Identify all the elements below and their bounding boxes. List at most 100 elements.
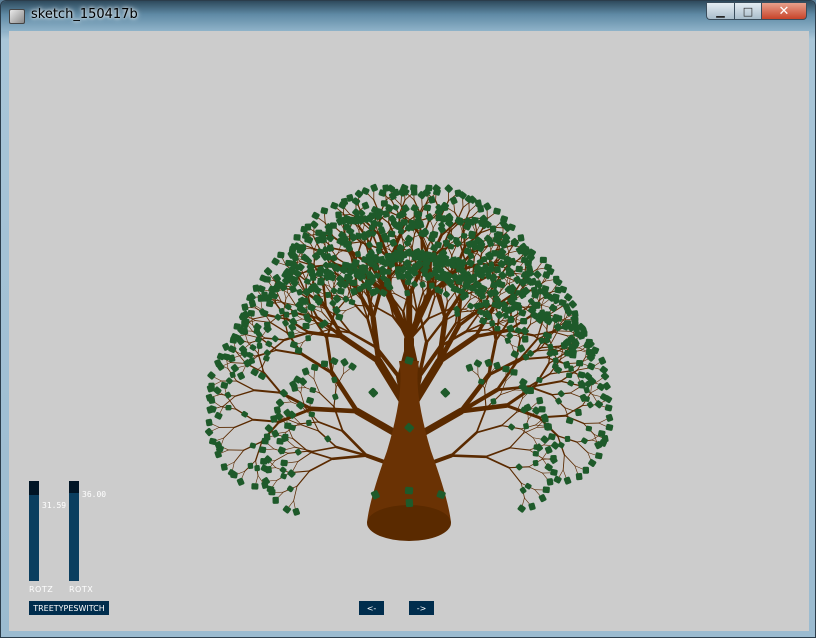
tree-leaf bbox=[497, 281, 506, 289]
tree-leaf bbox=[247, 462, 254, 470]
tree-leaf bbox=[249, 442, 257, 449]
tree-leaf bbox=[522, 335, 529, 343]
tree-leaf bbox=[571, 310, 579, 318]
tree-leaf bbox=[253, 328, 260, 335]
tree-leaf bbox=[444, 184, 453, 193]
tree-leaf bbox=[595, 452, 603, 460]
tree-branch bbox=[293, 485, 298, 502]
tree-leaf bbox=[225, 404, 232, 411]
previous-button[interactable]: <- bbox=[359, 601, 384, 615]
tree-branch bbox=[411, 233, 415, 250]
tree-leaf bbox=[428, 195, 436, 204]
tree-branch bbox=[331, 454, 369, 461]
tree-leaf bbox=[376, 241, 383, 250]
next-button[interactable]: -> bbox=[409, 601, 434, 615]
tree-leaf bbox=[429, 282, 435, 289]
tree-leaf bbox=[460, 233, 468, 239]
close-button[interactable]: ✕ bbox=[761, 2, 807, 20]
tree-leaf bbox=[536, 396, 544, 405]
tree-leaf bbox=[237, 371, 245, 380]
tree-leaf bbox=[214, 411, 223, 420]
tree-leaf bbox=[305, 335, 312, 342]
tree-branch bbox=[234, 389, 256, 397]
rotx-label: ROTX bbox=[69, 585, 94, 594]
tree-leaf bbox=[443, 290, 450, 298]
maximize-button[interactable]: □ bbox=[734, 2, 761, 20]
tree-leaf bbox=[320, 360, 329, 368]
tree-leaf bbox=[205, 427, 214, 437]
tree-branch bbox=[501, 411, 517, 427]
tree-leaf bbox=[474, 199, 482, 207]
tree-leaf bbox=[265, 465, 272, 474]
tree-leaf bbox=[510, 368, 518, 376]
tree-leaf bbox=[302, 322, 310, 330]
rotx-slider[interactable] bbox=[69, 481, 79, 581]
tree-branch bbox=[484, 455, 510, 469]
rotz-slider[interactable] bbox=[29, 481, 39, 581]
tree-leaf bbox=[241, 303, 249, 311]
tree-leaf bbox=[524, 482, 532, 490]
tree-leaf bbox=[263, 433, 271, 441]
rotz-label: ROTZ bbox=[29, 585, 54, 594]
tree-leaf bbox=[575, 408, 582, 417]
tree-leaf bbox=[534, 280, 542, 288]
tree-leaf bbox=[266, 300, 274, 308]
tree-leaf bbox=[544, 445, 553, 454]
tree-leaf bbox=[304, 236, 312, 243]
tree-leaf bbox=[489, 320, 496, 327]
tree-branch bbox=[274, 452, 289, 461]
minimize-button[interactable]: ▁ bbox=[706, 2, 734, 20]
tree-leaf bbox=[283, 311, 290, 318]
maximize-icon: □ bbox=[742, 4, 754, 18]
window-controls: ▁ □ ✕ bbox=[706, 2, 807, 20]
tree-leaf bbox=[293, 234, 301, 241]
tree-leaf bbox=[319, 231, 327, 238]
tree-leaf bbox=[585, 425, 593, 432]
tree-branch bbox=[308, 457, 334, 472]
tree-leaf bbox=[545, 333, 552, 339]
tree-leaf bbox=[605, 423, 614, 431]
tree-leaf bbox=[494, 325, 501, 332]
tree-leaf bbox=[545, 423, 553, 431]
tree-leaf bbox=[304, 223, 312, 231]
tree-leaf bbox=[532, 459, 539, 467]
tree-leaf bbox=[550, 468, 558, 476]
tree-leaf bbox=[282, 505, 291, 514]
tree-leaf bbox=[266, 485, 275, 493]
tree-branch bbox=[312, 446, 338, 453]
tree-leaf bbox=[384, 280, 392, 288]
tree-leaf bbox=[286, 485, 294, 493]
tree-leaf bbox=[348, 362, 357, 371]
tree-leaf bbox=[539, 256, 547, 264]
tree-leaf bbox=[361, 201, 370, 210]
tree-leaf bbox=[287, 469, 296, 478]
tree-leaf bbox=[494, 265, 501, 274]
tree-illustration bbox=[205, 183, 614, 541]
title-bar[interactable]: sketch_150417b ▁ □ ✕ bbox=[1, 1, 815, 31]
rotz-slider-handle[interactable] bbox=[29, 481, 39, 495]
tree-type-switch-button[interactable]: TREETYPESWITCH bbox=[29, 601, 109, 615]
tree-leaf bbox=[368, 387, 379, 398]
tree-leaf bbox=[552, 357, 559, 364]
tree-leaf bbox=[352, 218, 360, 225]
tree-leaf bbox=[604, 404, 613, 412]
minimize-icon: ▁ bbox=[716, 4, 725, 18]
tree-leaf bbox=[513, 301, 522, 309]
sketch-canvas[interactable]: 31.59 ROTZ 36.00 ROTX TREETYPESWITCH <- … bbox=[9, 31, 809, 631]
tree-leaf bbox=[224, 391, 232, 399]
tree-leaf bbox=[230, 364, 239, 373]
tree-leaf bbox=[540, 435, 549, 444]
tree-leaf bbox=[564, 435, 571, 442]
tree-leaf bbox=[508, 257, 516, 266]
tree-leaf bbox=[598, 356, 607, 365]
rotx-slider-handle[interactable] bbox=[69, 481, 79, 493]
tree-branch bbox=[253, 389, 282, 394]
tree-leaf bbox=[581, 437, 588, 445]
tree-leaf bbox=[523, 423, 530, 430]
tree-leaf bbox=[241, 327, 249, 335]
tree-leaf bbox=[507, 315, 515, 324]
tree-leaf bbox=[309, 387, 317, 394]
tree-leaf bbox=[205, 418, 213, 427]
tree-leaf bbox=[489, 225, 497, 233]
tree-branch bbox=[345, 305, 358, 311]
